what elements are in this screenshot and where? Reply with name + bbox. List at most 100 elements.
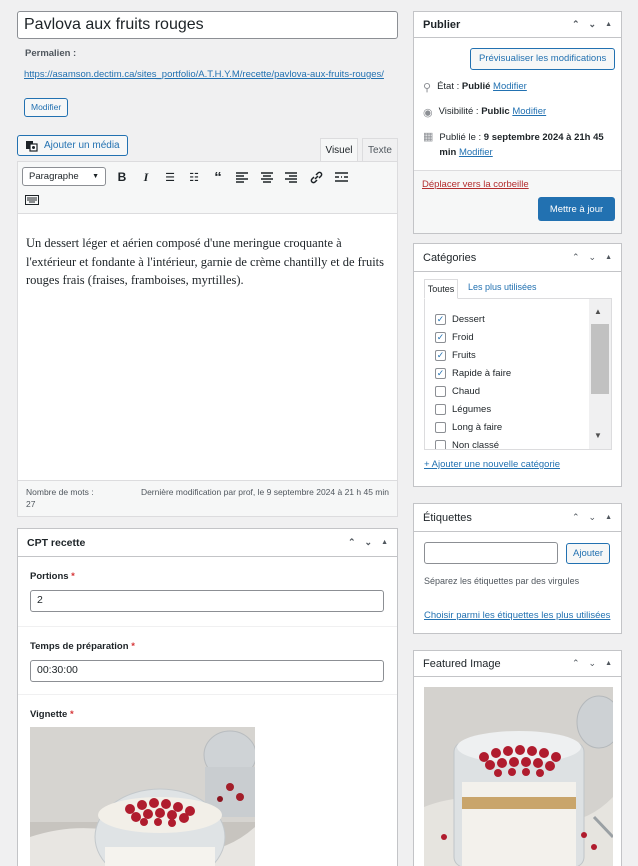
checkbox-checked-icon[interactable]: ✓ — [435, 367, 446, 379]
preview-button[interactable]: Prévisualiser les modifications — [470, 48, 616, 70]
word-count-label: Nombre de mots : — [26, 487, 94, 497]
scroll-up-icon[interactable]: ▲ — [594, 307, 602, 316]
category-item[interactable]: ✓ Froid — [435, 328, 611, 346]
tab-most-used-categories[interactable]: Les plus utilisées — [468, 282, 537, 292]
checkbox-checked-icon[interactable]: ✓ — [435, 331, 446, 343]
category-item[interactable]: Non classé — [435, 436, 611, 450]
categories-header[interactable]: Catégories ⌃ ⌄ ▲ — [414, 244, 621, 272]
published-edit-link[interactable]: Modifier — [459, 147, 493, 158]
checkbox-icon[interactable] — [435, 421, 446, 433]
update-button[interactable]: Mettre à jour — [538, 197, 615, 221]
visibility-edit-link[interactable]: Modifier — [512, 106, 546, 117]
last-modified: Dernière modification par prof, le 9 sep… — [140, 487, 389, 497]
scrollbar-thumb[interactable] — [591, 324, 609, 394]
read-more-icon[interactable] — [332, 168, 350, 186]
published-text: Publié le : 9 septembre 2024 à 21h 45 mi… — [439, 132, 604, 158]
category-item[interactable]: ✓ Rapide à faire — [435, 364, 611, 382]
numbered-list-icon[interactable]: ☷ — [185, 168, 203, 186]
category-label: Non classé — [452, 439, 499, 450]
chevron-down-icon[interactable]: ⌄ — [589, 19, 597, 30]
checkbox-checked-icon[interactable]: ✓ — [435, 349, 446, 361]
thumbnail-image[interactable] — [30, 727, 255, 866]
cpt-recette-header[interactable]: CPT recette ⌃ ⌄ ▲ — [18, 529, 397, 557]
chevron-down-icon[interactable]: ⌄ — [365, 537, 373, 548]
word-count: Nombre de mots : 27 — [26, 486, 94, 510]
tab-text[interactable]: Texte — [362, 138, 398, 161]
add-category-link[interactable]: + Ajouter une nouvelle catégorie — [424, 459, 560, 470]
status-text: État : Publié Modifier — [437, 81, 527, 92]
published-row: ▦ Publié le : 9 septembre 2024 à 21h 45 … — [423, 130, 618, 160]
tag-input[interactable] — [424, 542, 558, 564]
chevron-up-icon[interactable]: ⌃ — [572, 252, 580, 263]
category-item[interactable]: ✓ Dessert — [435, 310, 611, 328]
featured-image[interactable] — [424, 687, 613, 866]
prep-time-input[interactable]: 00:30:00 — [30, 660, 384, 682]
word-count-value: 27 — [26, 499, 36, 509]
scrollbar[interactable]: ▲ ▼ — [589, 299, 611, 449]
portions-input[interactable]: 2 — [30, 590, 384, 612]
align-right-icon[interactable] — [282, 168, 300, 186]
chevron-up-icon[interactable]: ⌃ — [348, 537, 356, 548]
choose-tags-link[interactable]: Choisir parmi les étiquettes les plus ut… — [424, 610, 610, 621]
publish-header[interactable]: Publier ⌃ ⌄ ▲ — [414, 12, 621, 38]
content-editor[interactable]: Paragraphe ▼ B I ☰ ☷ “ Un dessert léger … — [17, 161, 398, 481]
post-title-input[interactable]: Pavlova aux fruits rouges — [17, 11, 398, 39]
toggle-panel-icon[interactable]: ▲ — [605, 514, 612, 521]
bold-icon[interactable]: B — [113, 168, 131, 186]
tags-box: Étiquettes ⌃ ⌄ ▲ Ajouter Séparez les éti… — [413, 503, 622, 634]
category-item[interactable]: ✓ Fruits — [435, 346, 611, 364]
checkbox-checked-icon[interactable]: ✓ — [435, 313, 446, 325]
cpt-recette-box: CPT recette ⌃ ⌄ ▲ Portions * 2 Temps de … — [17, 528, 398, 866]
chevron-down-icon: ▼ — [92, 173, 99, 180]
checkbox-icon[interactable] — [435, 385, 446, 397]
link-icon[interactable] — [307, 168, 325, 186]
editor-content[interactable]: Un dessert léger et aérien composé d'une… — [18, 214, 397, 310]
category-label: Long à faire — [452, 421, 503, 433]
visibility-text: Visibilité : Public Modifier — [438, 106, 547, 117]
permalink-link[interactable]: https://asamson.dectim.ca/sites_portfoli… — [24, 69, 384, 80]
category-item[interactable]: Légumes — [435, 400, 611, 418]
toggle-panel-icon[interactable]: ▲ — [605, 660, 612, 667]
categories-box: Catégories ⌃ ⌄ ▲ Toutes Les plus utilisé… — [413, 243, 622, 487]
trash-link[interactable]: Déplacer vers la corbeille — [422, 179, 529, 190]
featured-image-header[interactable]: Featured Image ⌃ ⌄ ▲ — [414, 651, 621, 677]
align-left-icon[interactable] — [233, 168, 251, 186]
categories-title: Catégories — [423, 251, 477, 264]
add-tag-button[interactable]: Ajouter — [566, 543, 611, 564]
checkbox-icon[interactable] — [435, 439, 446, 449]
category-item[interactable]: Long à faire — [435, 418, 611, 436]
chevron-up-icon[interactable]: ⌃ — [572, 512, 580, 523]
italic-icon[interactable]: I — [137, 168, 155, 186]
publish-title: Publier — [423, 18, 461, 31]
align-center-icon[interactable] — [258, 168, 276, 186]
calendar-icon: ▦ — [423, 131, 434, 143]
format-select-value: Paragraphe — [29, 171, 79, 182]
tags-header[interactable]: Étiquettes ⌃ ⌄ ▲ — [414, 504, 621, 532]
category-item[interactable]: Chaud — [435, 382, 611, 400]
bullet-list-icon[interactable]: ☰ — [161, 168, 179, 186]
blockquote-icon[interactable]: “ — [209, 168, 227, 186]
toggle-panel-icon[interactable]: ▲ — [381, 539, 388, 546]
toggle-panel-icon[interactable]: ▲ — [605, 21, 612, 28]
format-select[interactable]: Paragraphe ▼ — [22, 167, 106, 186]
chevron-up-icon[interactable]: ⌃ — [572, 19, 580, 30]
category-list: ✓ Dessert ✓ Froid ✓ Fruits ✓ Rapide à faire Chau… — [424, 298, 612, 450]
chevron-down-icon[interactable]: ⌄ — [589, 512, 597, 523]
thumbnail-field: Vignette * — [18, 695, 397, 866]
tab-visual[interactable]: Visuel — [320, 138, 358, 161]
pin-icon: ⚲ — [423, 82, 432, 94]
chevron-up-icon[interactable]: ⌃ — [572, 658, 580, 669]
keyboard-icon[interactable] — [23, 191, 41, 209]
tab-all-categories[interactable]: Toutes — [424, 279, 458, 299]
publish-actions: Déplacer vers la corbeille Mettre à jour — [414, 170, 621, 233]
chevron-down-icon[interactable]: ⌄ — [589, 252, 597, 263]
box-controls: ⌃ ⌄ ▲ — [572, 19, 612, 30]
add-media-button[interactable]: Ajouter un média — [17, 135, 128, 156]
permalink-edit-button[interactable]: Modifier — [24, 98, 69, 117]
status-edit-link[interactable]: Modifier — [493, 81, 527, 92]
scroll-down-icon[interactable]: ▼ — [594, 431, 602, 440]
featured-image-title: Featured Image — [423, 657, 501, 670]
checkbox-icon[interactable] — [435, 403, 446, 415]
chevron-down-icon[interactable]: ⌄ — [589, 658, 597, 669]
toggle-panel-icon[interactable]: ▲ — [605, 254, 612, 261]
